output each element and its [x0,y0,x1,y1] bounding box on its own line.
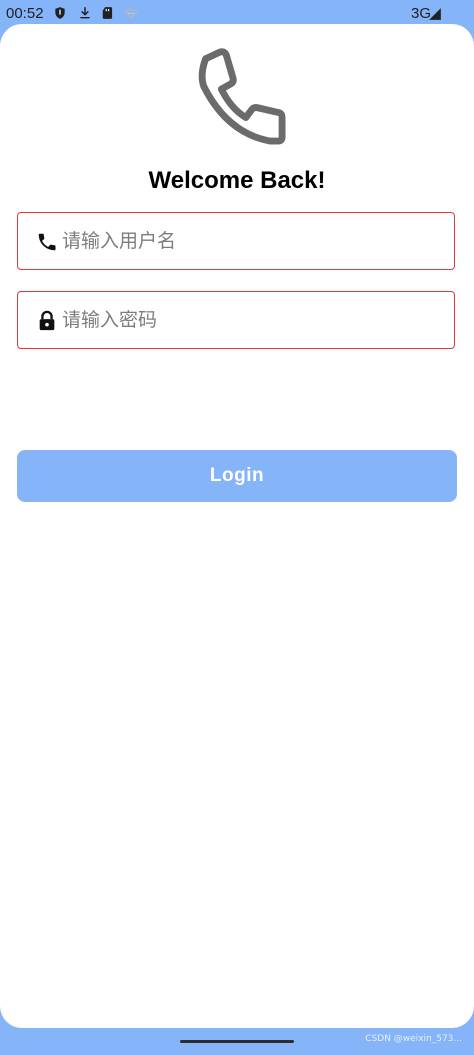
username-input[interactable] [62,224,432,258]
navigation-bar: CSDN @weixin_573... [0,1028,474,1055]
phone-icon [198,48,286,145]
phone-icon [38,233,56,251]
shield-icon [55,7,65,19]
device-frame: 00:52 3G Welcome Back! 请输入用户名 Login CSDN… [0,0,474,1055]
password-input[interactable] [62,303,432,337]
sd-card-icon [102,7,113,19]
status-time: 00:52 [6,5,44,22]
download-icon [80,7,90,19]
home-indicator[interactable] [180,1040,294,1043]
page-title: Welcome Back! [148,167,326,194]
login-button[interactable]: Login [17,450,457,502]
password-field[interactable] [17,291,455,349]
lock-icon [39,310,55,331]
app-screen: Welcome Back! Login [0,24,474,1028]
username-field[interactable] [17,212,455,270]
wifi-icon [124,9,138,19]
watermark-text: CSDN @weixin_573... [365,1034,462,1044]
signal-icon [429,8,441,20]
